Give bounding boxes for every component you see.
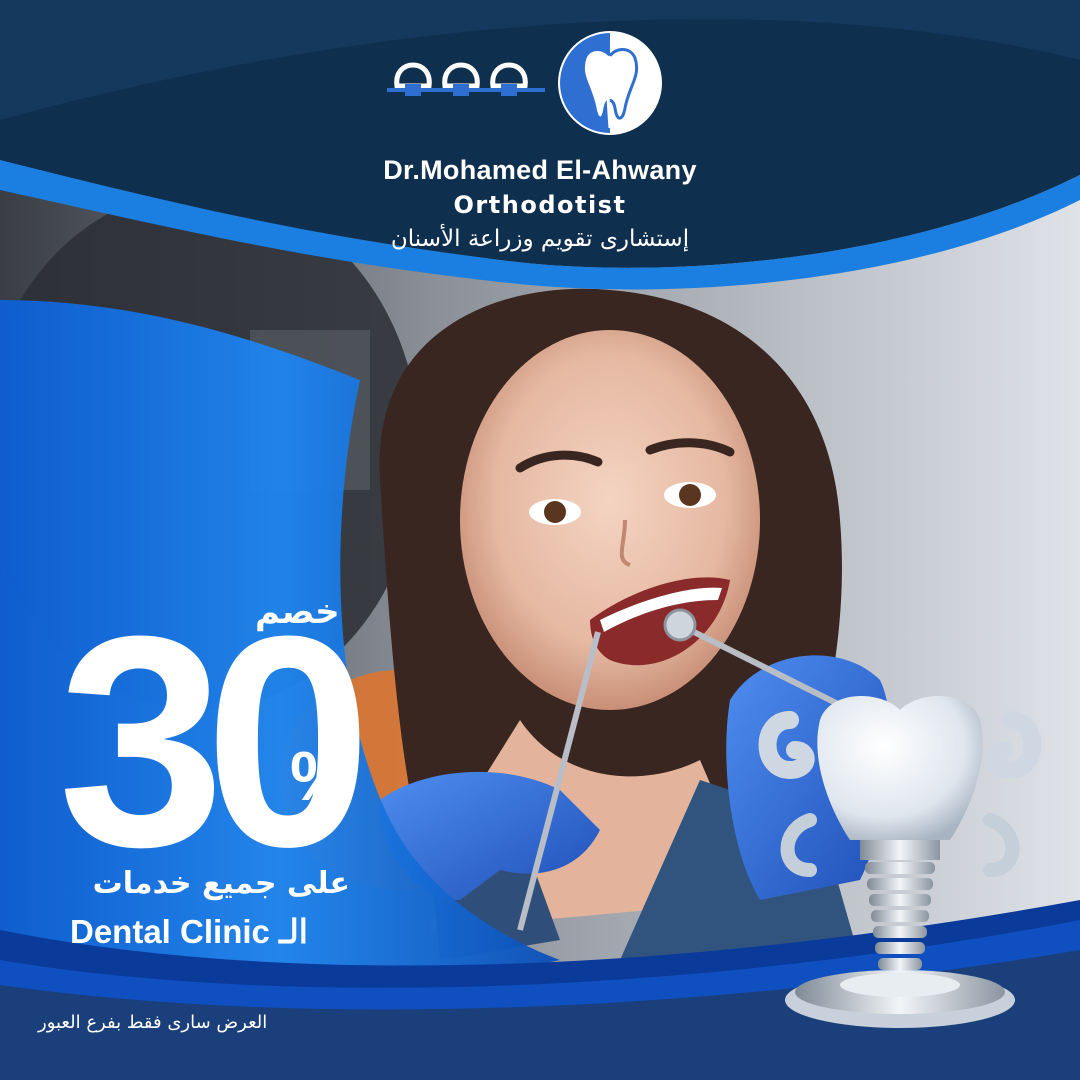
offer-line-2: Dental Clinic الـ <box>70 913 308 950</box>
offer-footnote: العرض سارى فقط بفرع العبور <box>38 1012 268 1033</box>
braces-icon <box>387 31 662 135</box>
dental-implant-icon <box>750 680 1050 1060</box>
doctor-name: Dr.Mohamed El-Ahwany <box>383 155 697 185</box>
doctor-title: Orthodotist <box>453 191 627 219</box>
tooth-icon <box>558 31 662 135</box>
offer-line-1: على جميع خدمات <box>92 866 350 901</box>
clinic-logo <box>385 28 675 138</box>
doctor-subtitle: إستشارى تقويم وزراعة الأسنان <box>390 226 690 252</box>
promo-banner: Dr.Mohamed El-Ahwany Orthodotist إستشارى… <box>0 0 1080 1080</box>
percent-sign: % <box>290 737 352 815</box>
discount-badge: 30 % <box>58 573 380 909</box>
